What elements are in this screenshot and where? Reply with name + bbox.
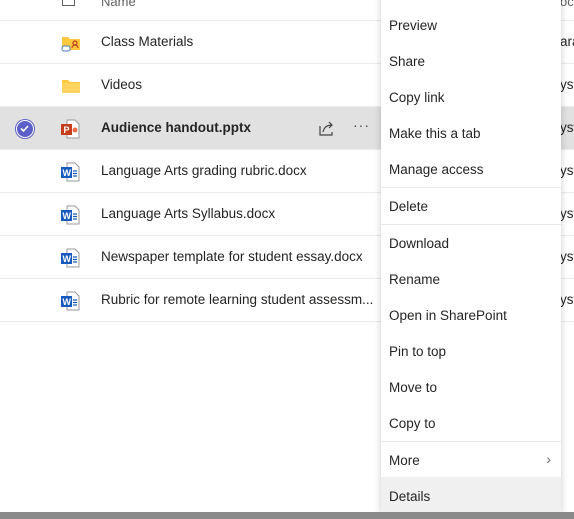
- menu-item-manage-access[interactable]: Manage access: [381, 150, 561, 186]
- menu-item-copy-link[interactable]: Copy link: [381, 78, 561, 114]
- bottom-bar: [0, 512, 574, 519]
- menu-item-label: More: [389, 453, 420, 468]
- menu-item-share[interactable]: Share: [381, 42, 561, 78]
- menu-item-details[interactable]: Details: [381, 477, 561, 513]
- svg-text:W: W: [63, 254, 72, 264]
- menu-item-copy-to[interactable]: Copy to: [381, 404, 561, 440]
- selected-checkmark-icon[interactable]: [16, 120, 34, 138]
- file-name[interactable]: Class Materials: [101, 34, 193, 49]
- word-file-icon: W: [61, 248, 81, 268]
- svg-text:W: W: [63, 168, 72, 178]
- menu-item-label: Pin to top: [389, 344, 447, 359]
- file-name[interactable]: Audience handout.pptx: [101, 120, 251, 135]
- menu-item-preview[interactable]: Preview: [381, 6, 561, 42]
- menu-item-label: Share: [389, 54, 426, 69]
- menu-item-download[interactable]: Download: [381, 224, 561, 260]
- sort-icon: ⌄: [140, 0, 148, 3]
- svg-text:P: P: [64, 125, 70, 135]
- shared-folder-icon: [61, 33, 81, 53]
- menu-item-label: Manage access: [389, 162, 484, 177]
- svg-text:W: W: [63, 297, 72, 307]
- menu-item-pin-to-top[interactable]: Pin to top: [381, 332, 561, 368]
- menu-item-label: Copy to: [389, 416, 436, 431]
- file-name[interactable]: Rubric for remote learning student asses…: [101, 292, 373, 307]
- word-file-icon: W: [61, 205, 81, 225]
- menu-item-label: Delete: [389, 199, 429, 214]
- menu-item-label: Download: [389, 236, 450, 251]
- word-file-icon: W: [61, 162, 81, 182]
- menu-item-make-this-a-tab[interactable]: Make this a tab: [381, 114, 561, 150]
- folder-icon: [61, 76, 81, 96]
- select-all-checkbox[interactable]: [62, 0, 75, 6]
- menu-item-label: Preview: [389, 18, 438, 33]
- word-file-icon: W: [61, 291, 81, 311]
- column-header-name[interactable]: Name: [101, 0, 136, 9]
- menu-item-open-in-sharepoint[interactable]: Open in SharePoint: [381, 296, 561, 332]
- svg-text:W: W: [63, 211, 72, 221]
- column-fragment: yst: [560, 292, 574, 307]
- more-options-icon[interactable]: ···: [353, 117, 370, 133]
- column-fragment: yst: [560, 249, 574, 264]
- menu-item-label: Open in SharePoint: [389, 308, 507, 323]
- context-menu: Preview Share Copy link Make this a tab Mana…: [381, 0, 561, 513]
- file-name[interactable]: Language Arts grading rubric.docx: [101, 163, 307, 178]
- menu-item-label: Move to: [389, 380, 438, 395]
- menu-item-label: Details: [389, 489, 431, 504]
- menu-item-delete[interactable]: Delete: [381, 187, 561, 223]
- menu-item-label: Make this a tab: [389, 126, 481, 141]
- file-name[interactable]: Language Arts Syllabus.docx: [101, 206, 275, 221]
- column-fragment: yst: [560, 206, 574, 221]
- menu-item-move-to[interactable]: Move to: [381, 368, 561, 404]
- menu-item-label: Rename: [389, 272, 441, 287]
- file-name[interactable]: Videos: [101, 77, 142, 92]
- powerpoint-file-icon: P: [61, 119, 81, 139]
- column-fragment: yst: [560, 120, 574, 135]
- column-header-fragment: oc: [560, 0, 574, 9]
- column-fragment: ara: [560, 34, 574, 49]
- column-fragment: yst: [560, 77, 574, 92]
- menu-item-label: Copy link: [389, 90, 445, 105]
- column-fragment: yst: [560, 163, 574, 178]
- share-icon[interactable]: [318, 119, 336, 137]
- menu-item-rename[interactable]: Rename: [381, 260, 561, 296]
- menu-item-more[interactable]: More ›: [381, 441, 561, 477]
- chevron-right-icon: ›: [546, 451, 551, 467]
- file-name[interactable]: Newspaper template for student essay.doc…: [101, 249, 363, 264]
